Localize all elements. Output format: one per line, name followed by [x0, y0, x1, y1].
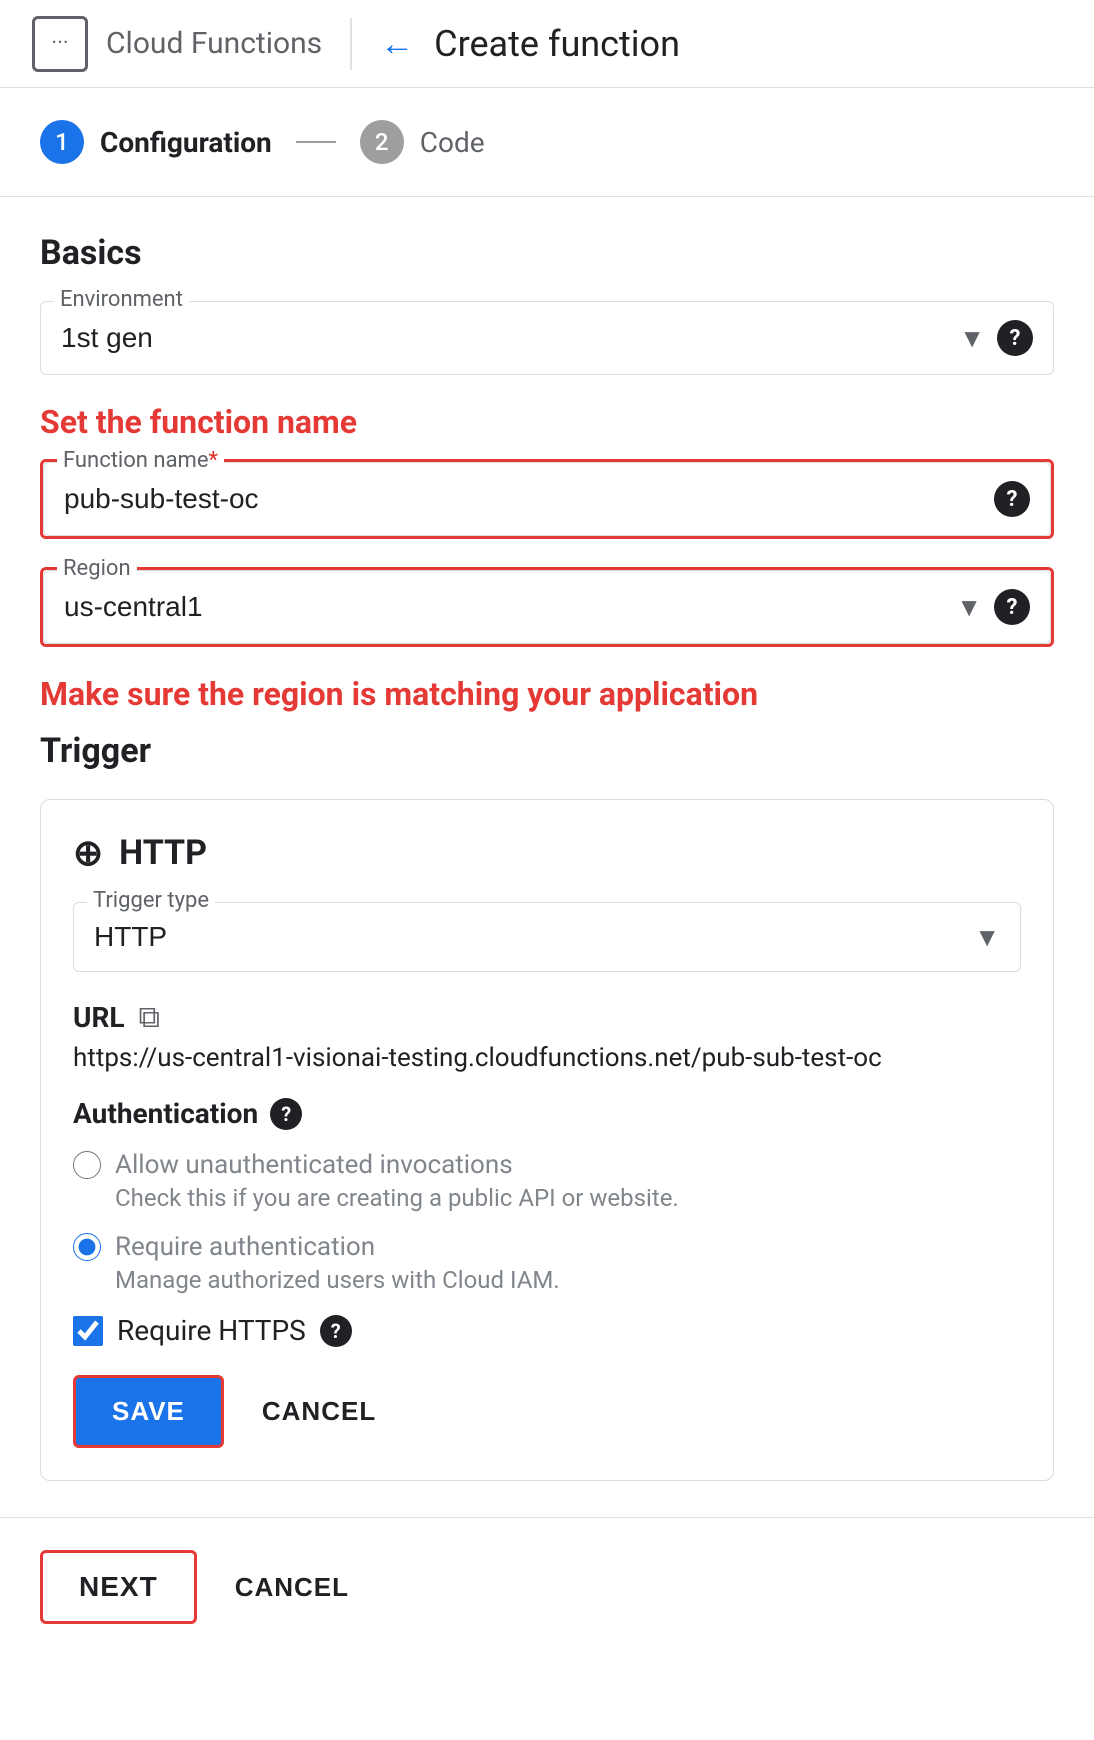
step-2-label: Code	[420, 126, 485, 159]
annotation-region: Make sure the region is matching your ap…	[40, 675, 1054, 713]
step-divider	[296, 141, 336, 143]
step-2[interactable]: 2 Code	[360, 120, 485, 164]
trigger-type-dropdown-arrow[interactable]: ▼	[974, 922, 1000, 953]
function-name-input[interactable]	[64, 483, 982, 515]
main-content: Basics Environment ▼ ? Set the function …	[0, 197, 1094, 1517]
save-button[interactable]: SAVE	[73, 1375, 224, 1448]
http-icon: ⊕	[73, 832, 103, 874]
radio-authenticated-input[interactable]	[73, 1233, 101, 1261]
step-1-circle: 1	[40, 120, 84, 164]
function-name-input-row[interactable]: ?	[43, 462, 1051, 536]
url-row: URL ⧉	[73, 1000, 1021, 1035]
auth-help-icon[interactable]: ?	[270, 1098, 302, 1130]
logo-icon: ···	[32, 16, 88, 72]
back-arrow-icon[interactable]: ←	[380, 24, 414, 64]
page-title: Create function	[434, 23, 680, 65]
region-help-icon[interactable]: ?	[994, 589, 1030, 625]
trigger-type-input[interactable]	[94, 921, 962, 953]
https-checkbox[interactable]	[73, 1316, 103, 1346]
radio-authenticated-label: Require authentication	[115, 1232, 375, 1262]
bottom-cancel-button[interactable]: CANCEL	[225, 1554, 359, 1621]
function-name-label: Function name*	[57, 448, 224, 473]
function-name-help-icon[interactable]: ?	[994, 481, 1030, 517]
step-2-circle: 2	[360, 120, 404, 164]
trigger-type-input-row[interactable]: ▼	[73, 902, 1021, 972]
environment-field: Environment ▼ ?	[40, 301, 1054, 375]
auth-label-text: Authentication	[73, 1097, 258, 1130]
app-logo: ··· Cloud Functions	[32, 16, 322, 72]
environment-help-icon[interactable]: ?	[997, 320, 1033, 356]
trigger-cancel-button[interactable]: CANCEL	[252, 1378, 386, 1445]
url-label: URL	[73, 1001, 125, 1034]
header-divider	[350, 18, 352, 70]
step-1[interactable]: 1 Configuration	[40, 120, 272, 164]
basics-section-title: Basics	[40, 233, 1054, 273]
header: ··· Cloud Functions ← Create function	[0, 0, 1094, 88]
environment-dropdown-arrow[interactable]: ▼	[959, 323, 985, 354]
next-button[interactable]: NEXT	[40, 1550, 197, 1624]
region-dropdown-arrow[interactable]: ▼	[956, 592, 982, 623]
auth-label-row: Authentication ?	[73, 1097, 1021, 1130]
region-label: Region	[57, 556, 137, 581]
environment-label: Environment	[54, 287, 189, 312]
environment-input-row[interactable]: ▼ ?	[40, 301, 1054, 375]
trigger-buttons: SAVE CANCEL	[73, 1375, 1021, 1448]
region-input[interactable]	[64, 591, 944, 623]
annotation-function-name: Set the function name	[40, 403, 1054, 441]
https-label: Require HTTPS	[117, 1314, 306, 1347]
url-value: https://us-central1-visionai-testing.clo…	[73, 1043, 1021, 1073]
function-name-field: Function name* ?	[40, 459, 1054, 539]
region-field: Region ▼ ?	[40, 567, 1054, 647]
radio-unauthenticated-input[interactable]	[73, 1151, 101, 1179]
https-checkbox-row: Require HTTPS ?	[73, 1314, 1021, 1347]
region-input-row[interactable]: ▼ ?	[43, 570, 1051, 644]
radio-authenticated: Require authentication Manage authorized…	[73, 1232, 1021, 1294]
copy-icon[interactable]: ⧉	[139, 1000, 160, 1035]
trigger-heading-text: HTTP	[119, 833, 207, 873]
radio-unauthenticated-label: Allow unauthenticated invocations	[115, 1150, 513, 1180]
trigger-heading-row: ⊕ HTTP	[73, 832, 1021, 874]
trigger-card: ⊕ HTTP Trigger type ▼ URL ⧉ https://us-c…	[40, 799, 1054, 1481]
https-help-icon[interactable]: ?	[320, 1315, 352, 1347]
trigger-type-field: Trigger type ▼	[73, 902, 1021, 972]
step-1-label: Configuration	[100, 126, 272, 159]
app-name: Cloud Functions	[106, 26, 322, 61]
radio-unauthenticated: Allow unauthenticated invocations Check …	[73, 1150, 1021, 1212]
stepper: 1 Configuration 2 Code	[0, 88, 1094, 197]
trigger-section-title: Trigger	[40, 731, 1054, 771]
trigger-type-label: Trigger type	[87, 888, 215, 913]
bottom-bar: NEXT CANCEL	[0, 1517, 1094, 1656]
environment-input[interactable]	[61, 322, 947, 354]
radio-authenticated-sub: Manage authorized users with Cloud IAM.	[115, 1266, 1021, 1294]
radio-unauthenticated-sub: Check this if you are creating a public …	[115, 1184, 1021, 1212]
back-navigation[interactable]: ← Create function	[380, 23, 680, 65]
